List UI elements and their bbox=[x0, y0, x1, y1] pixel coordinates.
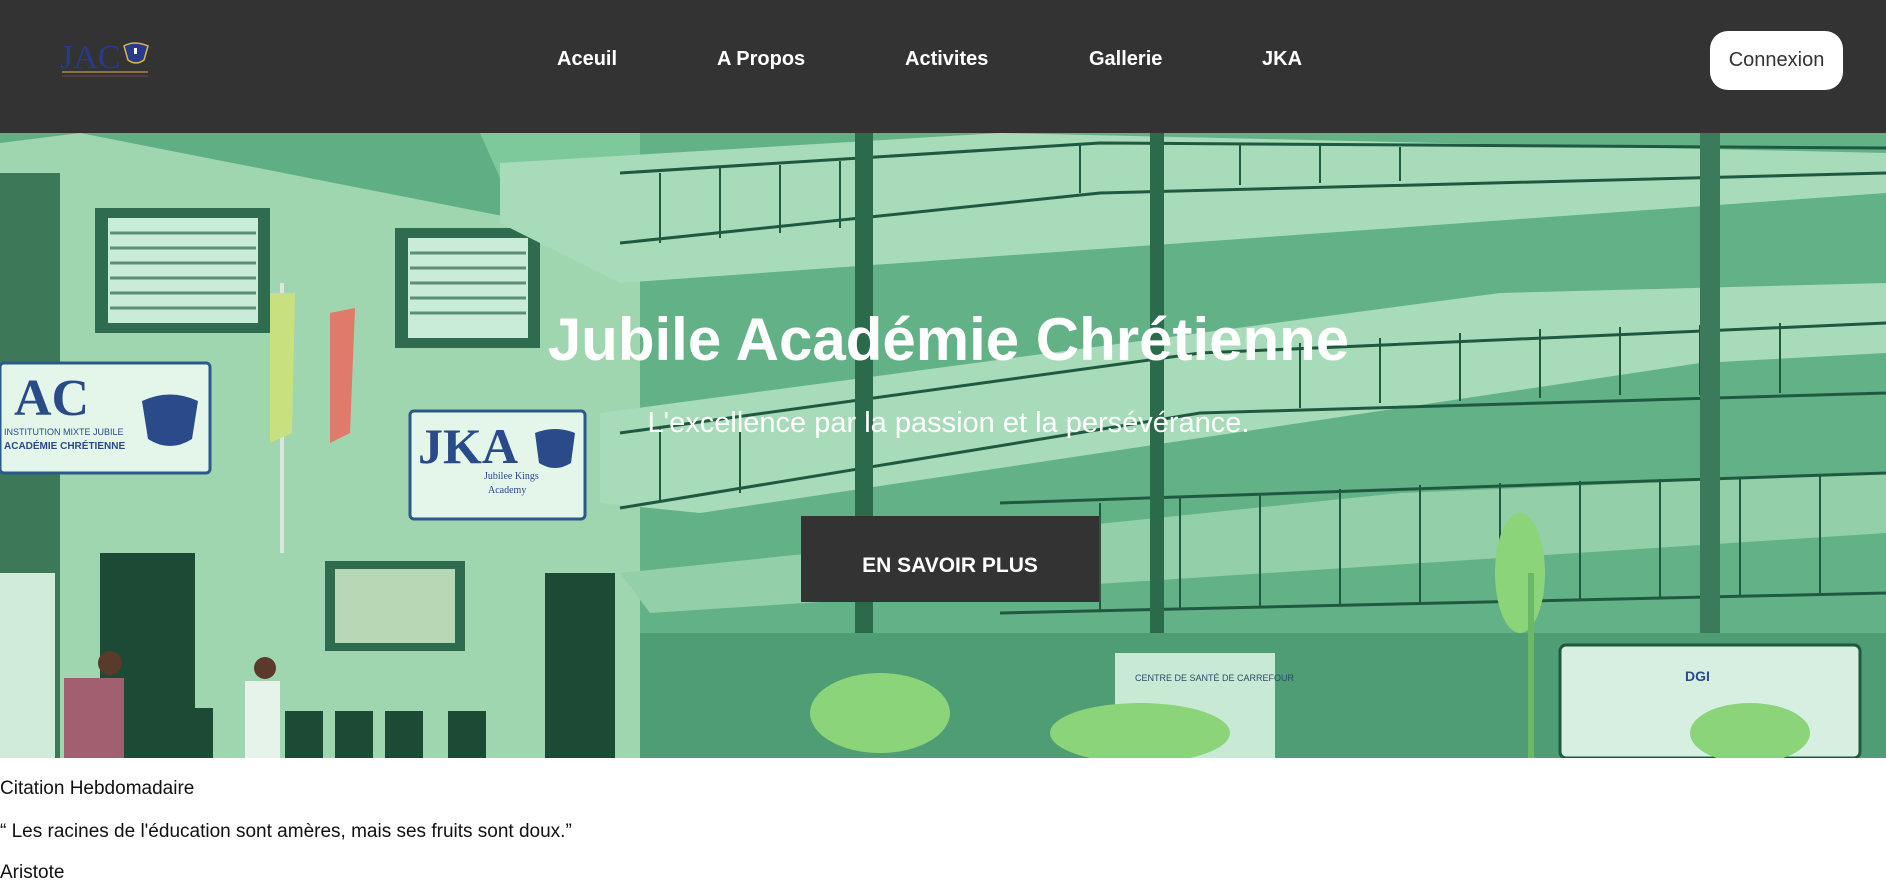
learn-more-label: EN SAVOIR PLUS bbox=[862, 553, 1038, 577]
nav-link-activites[interactable]: Activites bbox=[905, 48, 988, 71]
hero-background-image: AC INSTITUTION MIXTE JUBILE ACADÉMIE CHR… bbox=[0, 133, 1886, 758]
svg-text:Academy: Academy bbox=[488, 485, 526, 496]
svg-text:CENTRE DE SANTÉ DE CARREFOUR: CENTRE DE SANTÉ DE CARREFOUR bbox=[1135, 673, 1295, 683]
school-logo[interactable]: JAC bbox=[58, 34, 154, 80]
quote-text: “ Les racines de l'éducation sont amères… bbox=[0, 821, 572, 842]
weekly-quote-section: Citation Hebdomadaire “ Les racines de l… bbox=[0, 758, 1886, 883]
hero-title: Jubile Académie Chrétienne bbox=[547, 306, 1350, 373]
svg-text:JAC: JAC bbox=[60, 39, 120, 76]
svg-text:DGI: DGI bbox=[1685, 668, 1710, 684]
login-button[interactable]: Connexion bbox=[1710, 31, 1843, 90]
nav-link-gallerie[interactable]: Gallerie bbox=[1089, 48, 1162, 71]
nav-link-a-propos[interactable]: A Propos bbox=[717, 48, 805, 71]
hero-subtitle: L'excellence par la passion et la persév… bbox=[647, 407, 1250, 439]
svg-text:Jubilee Kings: Jubilee Kings bbox=[484, 471, 539, 482]
quote-heading: Citation Hebdomadaire bbox=[0, 778, 195, 799]
navbar: JAC Aceuil A Propos Activites Gallerie J… bbox=[0, 0, 1886, 133]
learn-more-button[interactable]: EN SAVOIR PLUS bbox=[801, 516, 1099, 602]
svg-text:ACADÉMIE CHRÉTIENNE: ACADÉMIE CHRÉTIENNE bbox=[4, 439, 125, 452]
nav-link-aceuil[interactable]: Aceuil bbox=[557, 48, 617, 71]
nav-link-jka[interactable]: JKA bbox=[1262, 48, 1302, 71]
hero-banner: AC INSTITUTION MIXTE JUBILE ACADÉMIE CHR… bbox=[0, 133, 1886, 758]
